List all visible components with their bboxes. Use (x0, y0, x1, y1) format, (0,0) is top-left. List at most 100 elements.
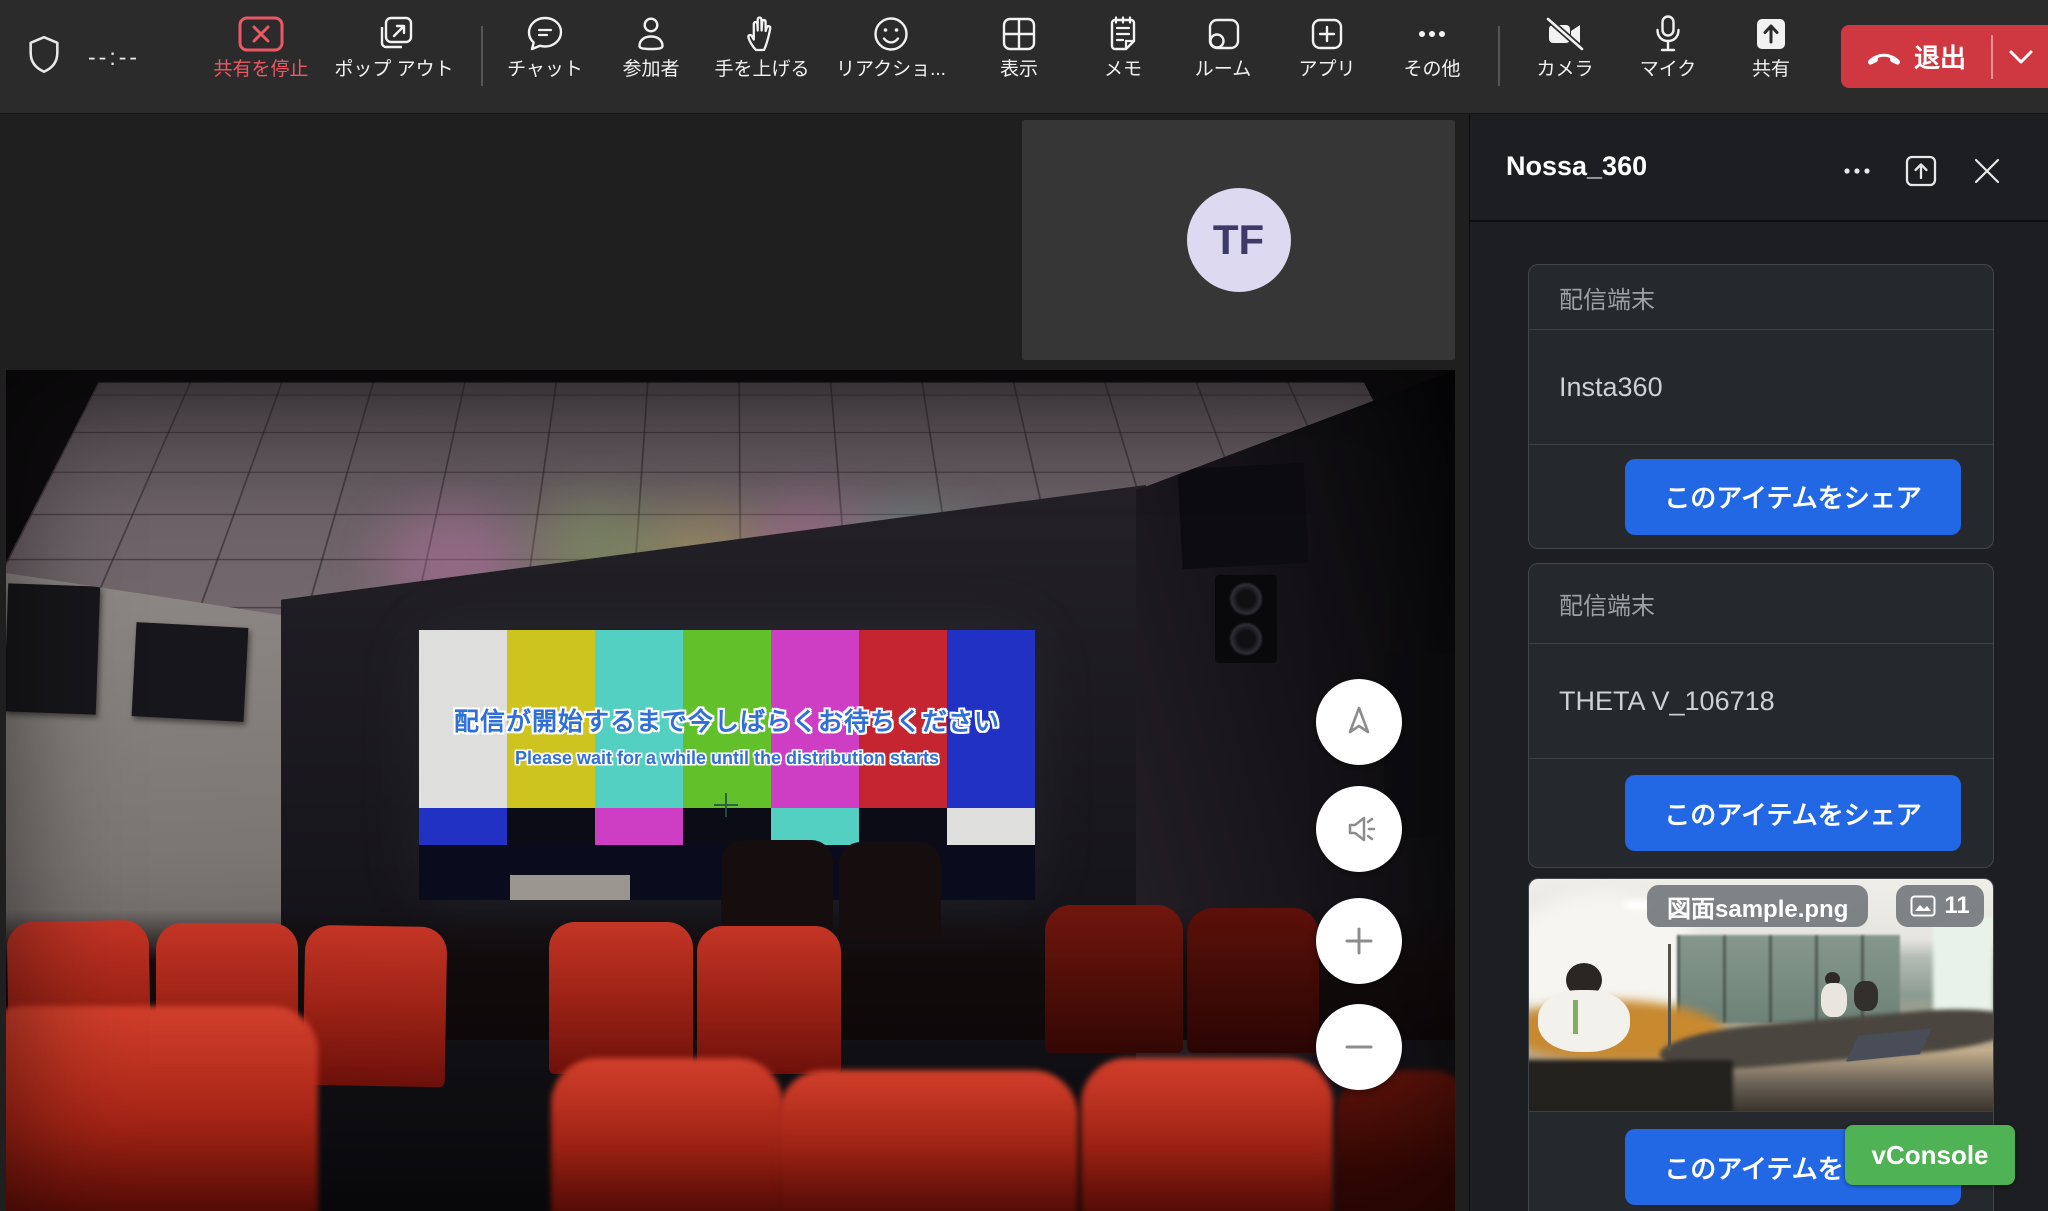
announce-icon (1337, 807, 1381, 851)
meeting-window: --:-- 共有を停止 ポップ アウト チャット 参加者 (0, 0, 2048, 1211)
device-card-value-row: Insta360 (1529, 330, 1993, 445)
toolbar-item-label: 参加者 (622, 60, 679, 80)
notes-icon (1106, 15, 1140, 53)
toolbar-divider (1498, 26, 1500, 86)
toolbar-item-label: ポップ アウト (334, 60, 453, 80)
stream-device-card: 配信端末 Insta360 このアイテムをシェア (1528, 264, 1994, 549)
colorbar-crosshair (714, 793, 738, 817)
pano-window (1933, 916, 1993, 1018)
recenter-view-button[interactable] (1316, 679, 1402, 765)
apps-icon (1308, 15, 1346, 53)
rooms-icon (1204, 15, 1242, 53)
toolbar-item-label: カメラ (1536, 60, 1593, 80)
toolbar-item-stop-share[interactable]: 共有を停止 (199, 15, 323, 105)
thumbnail-filename-badge: 図面sample.png (1647, 885, 1868, 927)
toolbar-item-label: ルーム (1195, 60, 1251, 80)
scene-acoustic-panel (1177, 463, 1308, 569)
panel-close-button[interactable] (1967, 151, 2007, 191)
chat-icon (526, 15, 564, 53)
toolbar-item-label: 手を上げる (714, 60, 809, 80)
pano-person (1854, 981, 1878, 1011)
image-count-icon (1910, 895, 1936, 917)
device-name: Insta360 (1559, 372, 1663, 403)
zoom-out-icon (1339, 1027, 1379, 1067)
camera-off-icon (1544, 15, 1586, 53)
device-card-value-row: THETA V_106718 (1529, 644, 1993, 759)
wait-message-en: Please wait for a while until the distri… (419, 748, 1035, 769)
share-item-button[interactable]: このアイテムをシェア (1625, 459, 1961, 535)
panel-popout-button[interactable] (1901, 151, 1941, 191)
meeting-timer: --:-- (88, 44, 140, 71)
theater-seat (549, 922, 693, 1074)
toolbar-item-raise-hand[interactable]: 手を上げる (700, 15, 824, 105)
toolbar-item-label: マイク (1640, 60, 1697, 80)
more-icon (1412, 15, 1452, 53)
speaker-driver (1229, 622, 1263, 656)
panel-more-button[interactable] (1837, 151, 1877, 191)
thumbnail-360-image[interactable]: 図面sample.png 11 (1529, 879, 1993, 1112)
avatar: TF (1187, 188, 1291, 292)
theater-seat-front (778, 1070, 1078, 1211)
app-side-panel: Nossa_360 配信端末 Insta360 このアイテムをシェア (1469, 113, 2048, 1211)
chevron-down-icon (2008, 49, 2034, 65)
theater-seat (303, 925, 448, 1087)
stream-device-card: 配信端末 THETA V_106718 このアイテムをシェア (1528, 563, 1994, 868)
panel-popout-icon (1904, 154, 1938, 188)
colorbar-gray-block (510, 875, 630, 900)
theater-seat (1187, 908, 1319, 1053)
toolbar-item-label: 共有を停止 (213, 60, 308, 80)
panel-header: Nossa_360 (1470, 113, 2048, 222)
image-count: 11 (1944, 892, 1969, 920)
meeting-toolbar: --:-- 共有を停止 ポップ アウト チャット 参加者 (0, 0, 2048, 114)
wait-message-ja: 配信が開始するまで今しばらくお待ちください (419, 702, 1035, 738)
toolbar-item-more[interactable]: その他 (1370, 15, 1494, 105)
announce-mute-button[interactable] (1316, 786, 1402, 872)
participants-icon (632, 15, 670, 53)
pano-mic-stand (1668, 944, 1671, 1051)
nav-icon (1337, 700, 1381, 744)
share-item-button[interactable]: このアイテムをシェア (1625, 775, 1961, 851)
device-name: THETA V_106718 (1559, 686, 1775, 717)
zoom-out-button[interactable] (1316, 1004, 1402, 1090)
toolbar-item-label: メモ (1104, 60, 1142, 80)
toolbar-item-share[interactable]: 共有 (1709, 15, 1833, 105)
theater-seat (1045, 905, 1183, 1053)
device-card-action-row: このアイテムをシェア (1529, 445, 1993, 548)
leave-options-button[interactable] (1993, 49, 2048, 65)
shared-screen-video[interactable]: 配信が開始するまで今しばらくお待ちください Please wait for a … (6, 370, 1455, 1211)
pano-desk-left (1529, 1060, 1733, 1112)
device-label: 配信端末 (1559, 586, 1655, 621)
toolbar-item-participants[interactable]: 参加者 (589, 15, 713, 105)
view-icon (1000, 15, 1038, 53)
panel-title: Nossa_360 (1506, 151, 1647, 182)
seat-silhouette (721, 840, 833, 940)
device-card-action-row: このアイテムをシェア (1529, 759, 1993, 867)
panel-more-icon (1841, 155, 1873, 187)
thumbnail-count-badge: 11 (1896, 885, 1984, 927)
popout-icon (374, 15, 414, 53)
pano-person-body (1538, 990, 1630, 1052)
vconsole-button[interactable]: vConsole (1845, 1125, 2015, 1185)
share-screen-active-icon (1751, 15, 1791, 53)
zoom-in-icon (1339, 921, 1379, 961)
participant-tile[interactable]: TF (1022, 120, 1455, 360)
toolbar-item-label: アプリ (1298, 60, 1355, 80)
pano-person-lanyard (1573, 1000, 1578, 1034)
pano-person (1821, 983, 1847, 1017)
theater-seat-front (1336, 1070, 1455, 1211)
toolbar-item-reactions[interactable]: リアクショ... (829, 15, 953, 105)
leave-label: 退出 (1914, 38, 1966, 75)
leave-button[interactable]: 退出 (1841, 25, 2048, 88)
seat-silhouette (839, 842, 941, 940)
phone-down-icon (1866, 48, 1902, 66)
theater-seat-front (551, 1058, 783, 1211)
theater-seat (697, 926, 841, 1074)
scene-speaker (1215, 575, 1277, 663)
toolbar-item-popout[interactable]: ポップ アウト (332, 15, 456, 105)
theater-seat-front (1081, 1058, 1333, 1211)
mic-icon (1653, 15, 1683, 53)
reactions-icon (872, 15, 910, 53)
toolbar-item-label: チャット (507, 60, 583, 80)
zoom-in-button[interactable] (1316, 898, 1402, 984)
security-shield-icon (26, 35, 62, 75)
